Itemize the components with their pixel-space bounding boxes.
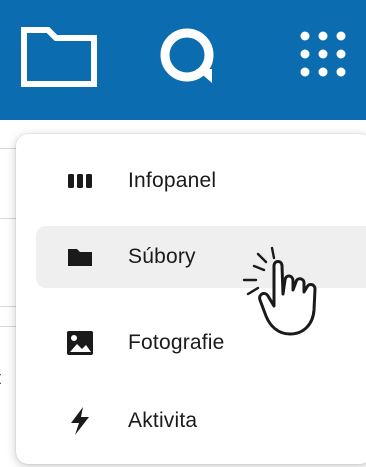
menu-item-infopanel[interactable]: Infopanel [36, 150, 366, 212]
hand-pointer-icon [242, 246, 317, 336]
menu-item-label: Súbory [128, 245, 196, 268]
image-icon [67, 331, 93, 355]
dashboard-icon [68, 174, 92, 188]
top-app-bar [0, 0, 366, 120]
menu-item-label: Infopanel [128, 169, 217, 192]
menu-item-label: Aktivita [128, 409, 198, 432]
folder-icon[interactable] [18, 22, 100, 90]
apps-grid-icon[interactable] [296, 28, 356, 88]
background-text-fragment: t [0, 368, 1, 389]
menu-item-label: Fotografie [128, 331, 225, 354]
folder-icon [68, 249, 92, 266]
search-icon[interactable] [158, 25, 218, 87]
lightning-icon [71, 407, 89, 435]
menu-item-aktivita[interactable]: Aktivita [36, 390, 366, 452]
